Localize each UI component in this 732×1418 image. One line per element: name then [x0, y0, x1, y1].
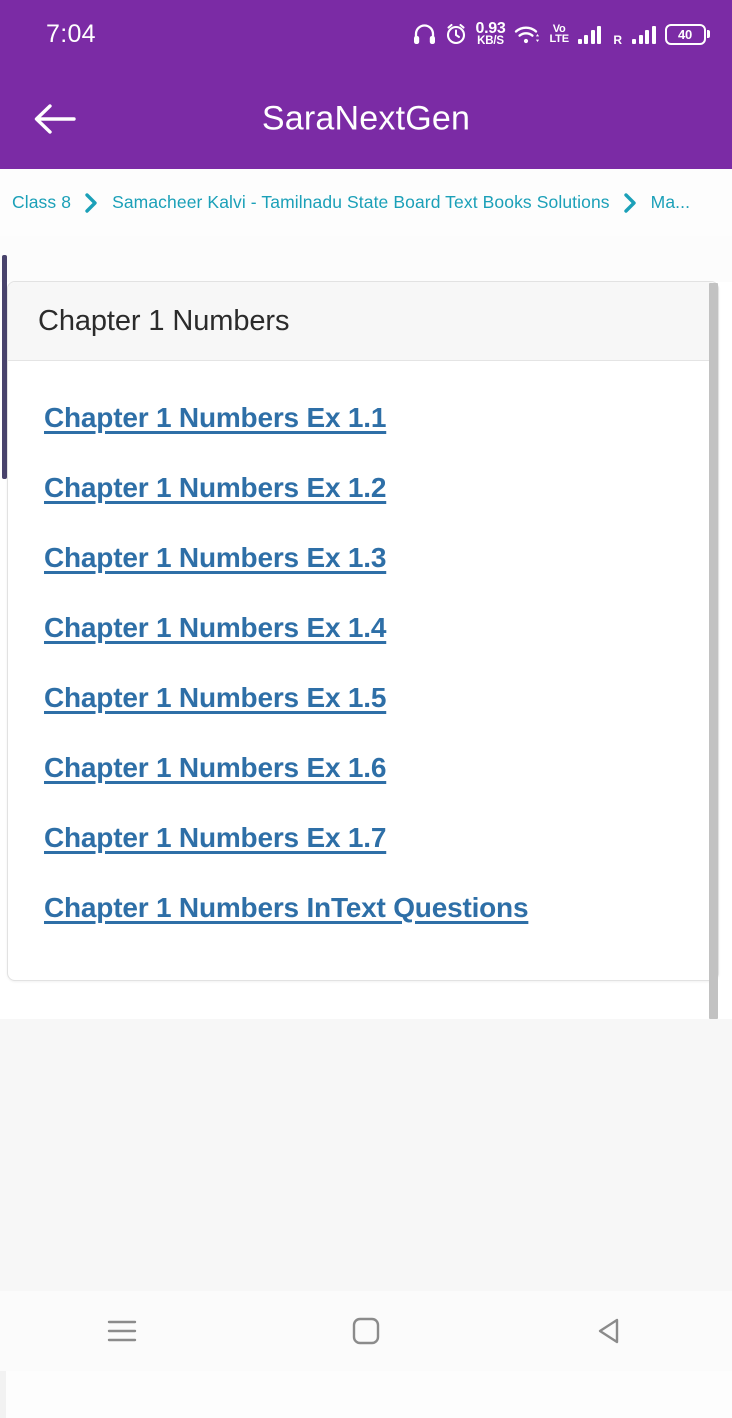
recents-menu-icon[interactable] — [62, 1296, 182, 1366]
status-clock: 7:04 — [46, 19, 96, 48]
chapter-link-ex-1-6[interactable]: Chapter 1 Numbers Ex 1.6 — [44, 752, 386, 784]
breadcrumb-item-truncated[interactable]: Ma... — [651, 192, 690, 213]
list-item: Chapter 1 Numbers Ex 1.4 — [8, 593, 718, 663]
headphone-icon — [413, 23, 436, 45]
chapter-link-ex-1-5[interactable]: Chapter 1 Numbers Ex 1.5 — [44, 682, 386, 714]
breadcrumb-item-samacheer-kalvi[interactable]: Samacheer Kalvi - Tamilnadu State Board … — [112, 192, 610, 213]
wifi-icon — [514, 24, 540, 45]
volte-icon: Vo LTE — [549, 23, 569, 45]
back-triangle-icon[interactable] — [550, 1296, 670, 1366]
home-square-icon[interactable] — [306, 1296, 426, 1366]
bottom-left-edge-strip — [0, 1371, 6, 1418]
bottom-strip — [0, 1371, 732, 1418]
chapter-card-title: Chapter 1 Numbers — [38, 304, 290, 337]
battery-percent-label: 40 — [677, 26, 693, 42]
network-speed-unit: KB/S — [477, 35, 504, 48]
page-backdrop — [0, 1019, 732, 1291]
content-area: Chapter 1 Numbers Chapter 1 Numbers Ex 1… — [0, 236, 732, 1019]
chapter-link-ex-1-7[interactable]: Chapter 1 Numbers Ex 1.7 — [44, 822, 386, 854]
chevron-right-icon — [71, 192, 112, 214]
chapter-card: Chapter 1 Numbers Chapter 1 Numbers Ex 1… — [7, 281, 719, 981]
list-item: Chapter 1 Numbers Ex 1.5 — [8, 663, 718, 733]
list-item: Chapter 1 Numbers Ex 1.2 — [8, 453, 718, 523]
list-item: Chapter 1 Numbers Ex 1.7 — [8, 803, 718, 873]
signal-bars-icon — [577, 25, 602, 44]
breadcrumb-item-class-8[interactable]: Class 8 — [12, 192, 71, 213]
battery-icon: 40 — [664, 23, 710, 45]
roaming-indicator-label: R — [613, 33, 622, 48]
chevron-right-icon — [610, 192, 651, 214]
chapter-link-ex-1-2[interactable]: Chapter 1 Numbers Ex 1.2 — [44, 472, 386, 504]
app-bar-title: SaraNextGen — [261, 99, 471, 137]
breadcrumb: Class 8 Samacheer Kalvi - Tamilnadu Stat… — [0, 169, 732, 236]
status-bar: 7:04 0.93 KB/S Vo LTE R 40 — [0, 0, 732, 68]
list-item: Chapter 1 Numbers Ex 1.1 — [8, 383, 718, 453]
content-top-spacer — [0, 236, 732, 282]
chapter-link-list: Chapter 1 Numbers Ex 1.1 Chapter 1 Numbe… — [8, 361, 718, 943]
phone-screen: 7:04 0.93 KB/S Vo LTE R 40 SaraNextGen C… — [0, 0, 732, 1418]
status-icon-tray: 0.93 KB/S Vo LTE R 40 — [413, 19, 710, 48]
list-item: Chapter 1 Numbers Ex 1.3 — [8, 523, 718, 593]
volte-bottom-label: LTE — [549, 33, 569, 45]
chapter-link-ex-1-3[interactable]: Chapter 1 Numbers Ex 1.3 — [44, 542, 386, 574]
network-speed-icon: 0.93 KB/S — [475, 19, 506, 48]
page-scrollbar-thumb[interactable] — [709, 283, 718, 1019]
battery-tip — [707, 30, 710, 38]
android-nav-bar — [0, 1291, 732, 1371]
chapter-link-ex-1-4[interactable]: Chapter 1 Numbers Ex 1.4 — [44, 612, 386, 644]
roaming-signal-bars-icon — [632, 25, 656, 44]
chapter-link-ex-1-1[interactable]: Chapter 1 Numbers Ex 1.1 — [44, 402, 386, 434]
list-item: Chapter 1 Numbers Ex 1.6 — [8, 733, 718, 803]
chapter-link-intext-questions[interactable]: Chapter 1 Numbers InText Questions — [44, 892, 529, 924]
network-speed-value: 0.93 — [475, 19, 506, 37]
chapter-card-header: Chapter 1 Numbers — [8, 282, 718, 361]
alarm-clock-icon — [445, 23, 467, 45]
list-item: Chapter 1 Numbers InText Questions — [8, 873, 718, 943]
app-bar: SaraNextGen — [0, 68, 732, 169]
